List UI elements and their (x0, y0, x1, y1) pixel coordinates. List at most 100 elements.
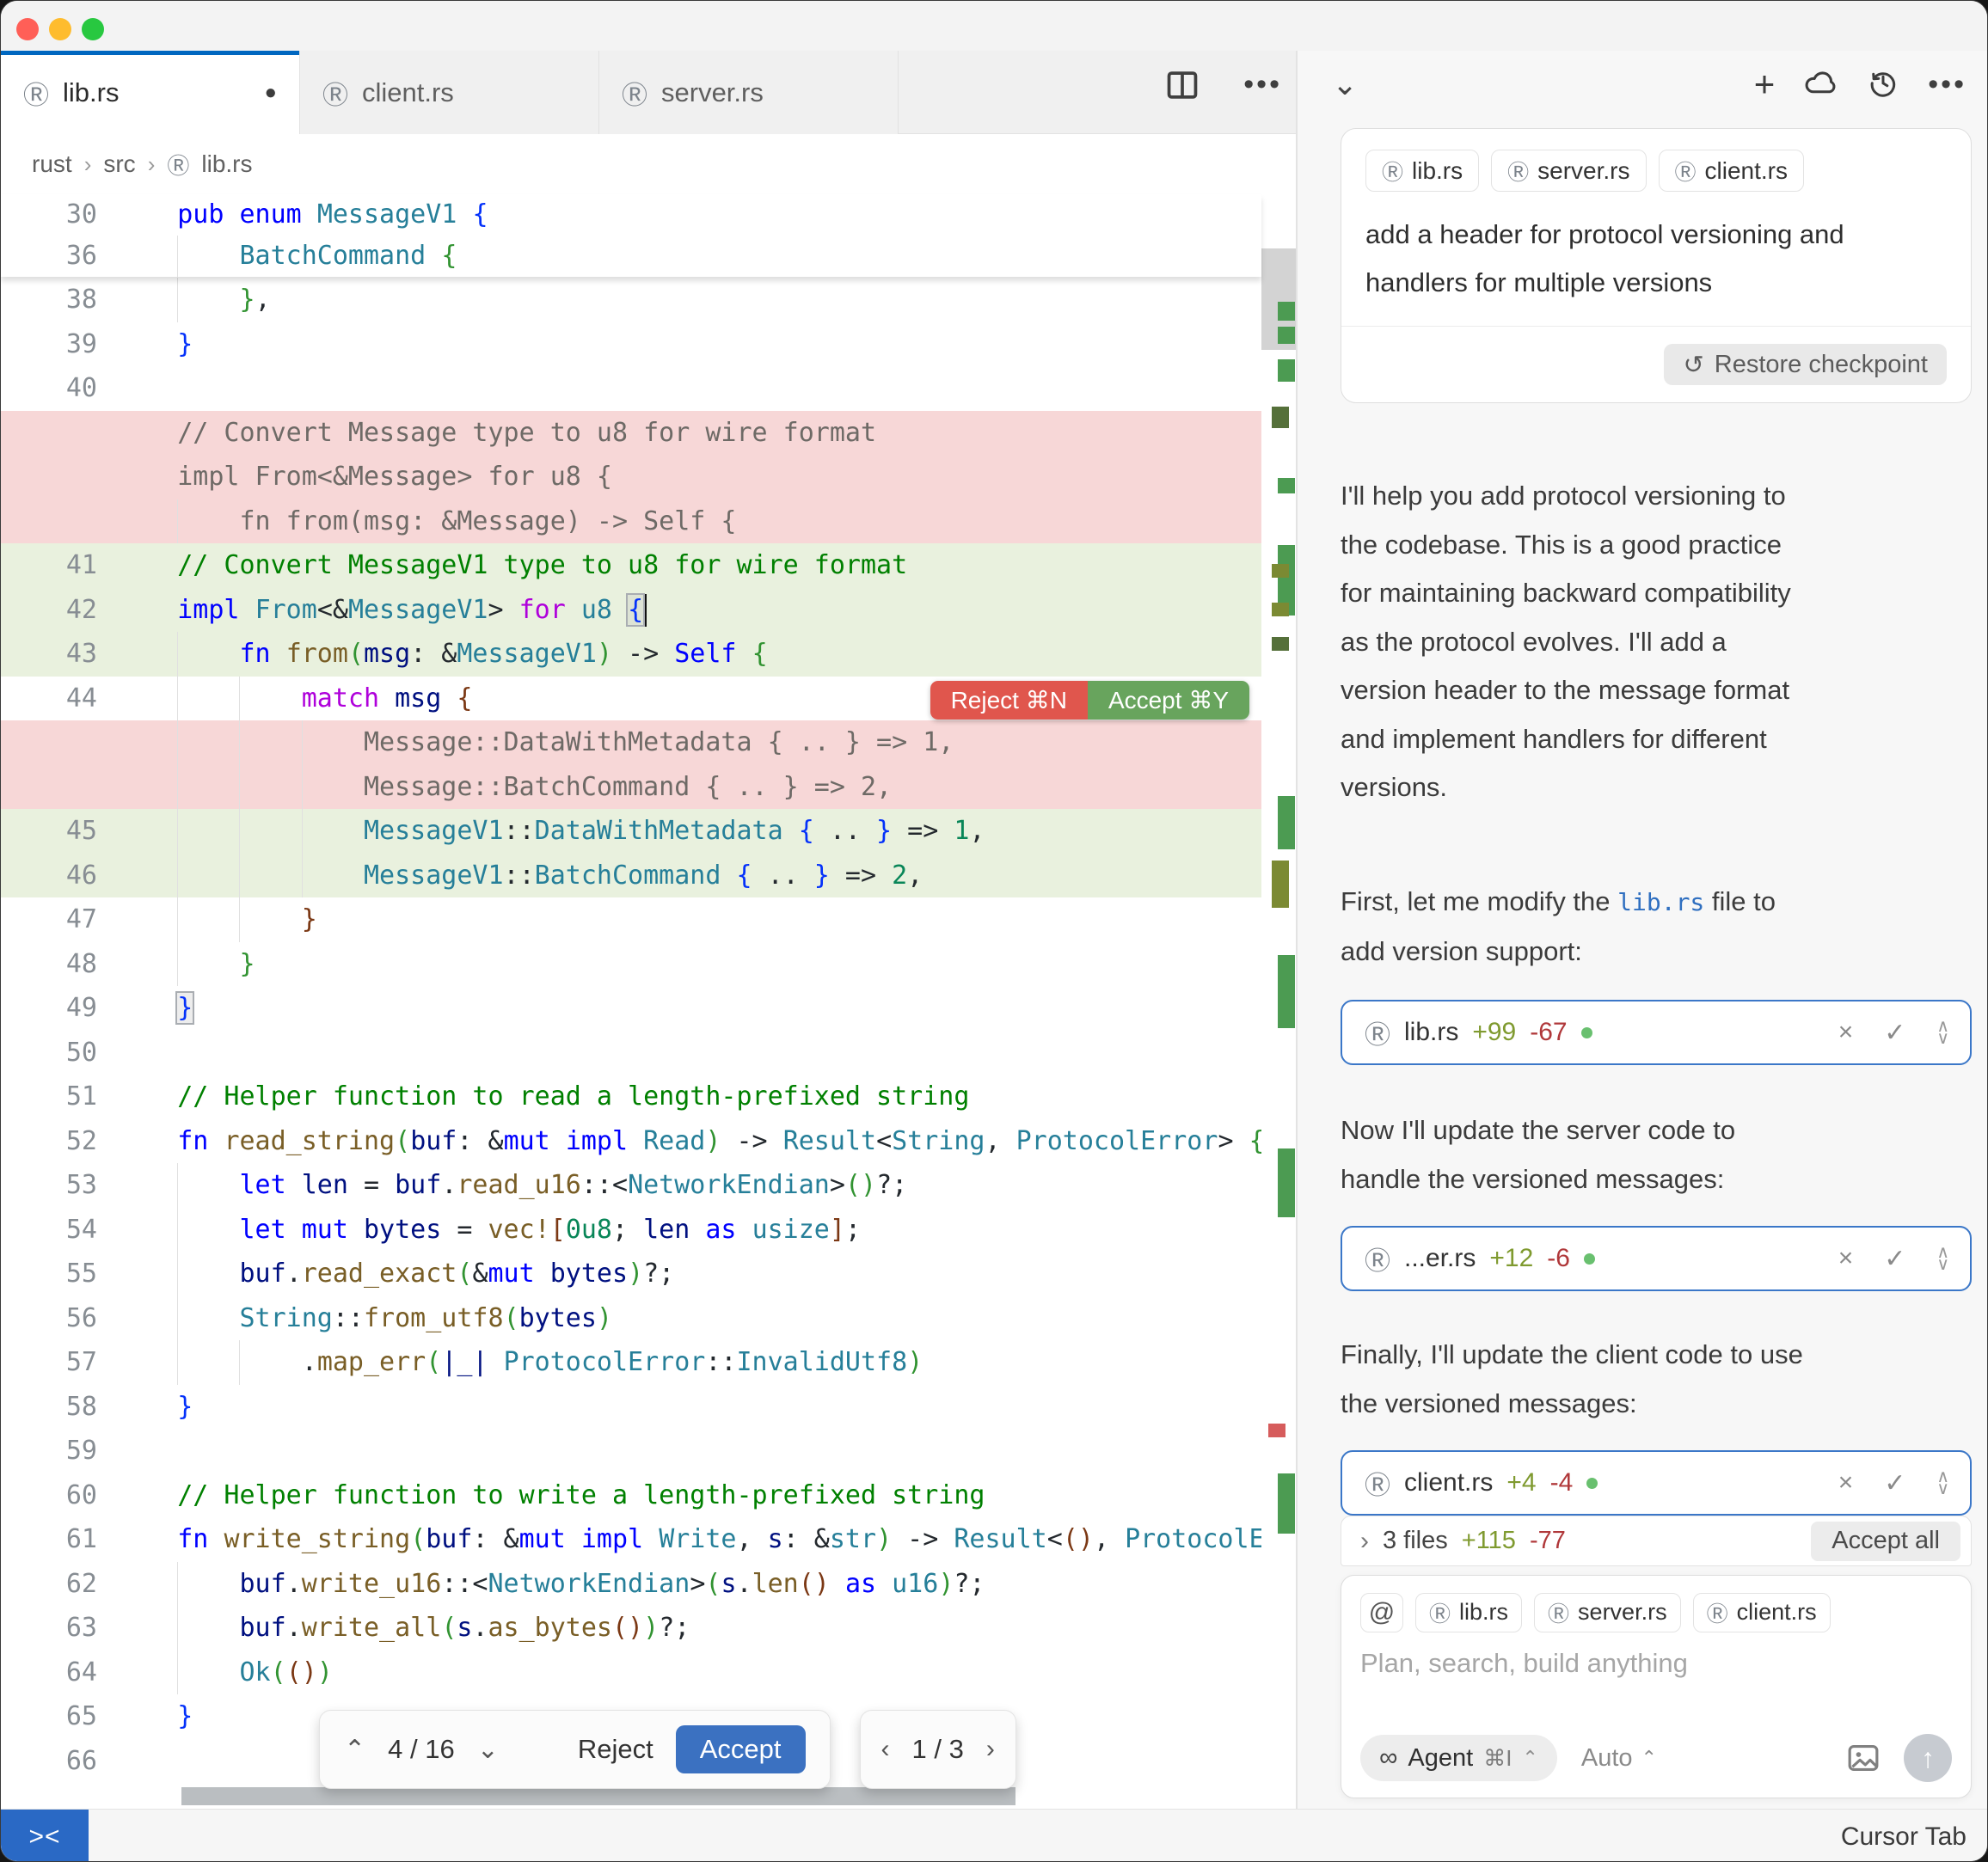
expand-file-icon[interactable]: ∧∨ (1936, 1020, 1949, 1044)
code-line[interactable]: 48 } (1, 942, 1261, 987)
chat-input-card[interactable]: @ Ⓡ lib.rs Ⓡ server.rs Ⓡ client.rs (1341, 1575, 1972, 1798)
code-lines[interactable]: 38 },39 }40 // Convert Message type to u… (1, 278, 1261, 1783)
input-chip-client-rs[interactable]: Ⓡ client.rs (1693, 1593, 1831, 1632)
reject-file-icon[interactable]: × (1838, 1244, 1854, 1273)
breadcrumb-folder[interactable]: src (103, 150, 135, 178)
breadcrumb-file[interactable]: lib.rs (201, 150, 252, 178)
inline-reject-button[interactable]: Reject ⌘N (930, 681, 1088, 720)
code-line[interactable]: 30 pub enum MessageV1 { (1, 194, 1261, 236)
unsaved-dot-icon[interactable]: ● (265, 81, 278, 105)
overview-ruler[interactable] (1261, 134, 1296, 1809)
code-line[interactable]: 50 (1, 1031, 1261, 1075)
code-line[interactable]: 53 let len = buf.read_u16::<NetworkEndia… (1, 1163, 1261, 1208)
context-chip-client-rs[interactable]: Ⓡ client.rs (1659, 150, 1804, 192)
collapse-chat-icon[interactable]: ⌄ (1332, 66, 1358, 102)
code-line[interactable]: 38 }, (1, 278, 1261, 322)
added-code-line[interactable]: 45 MessageV1::DataWithMetadata { .. } =>… (1, 809, 1261, 854)
code-line[interactable]: 64 Ok(()) (1, 1651, 1261, 1695)
new-chat-icon[interactable]: + (1754, 64, 1776, 105)
code-line[interactable]: 51 // Helper function to read a length-p… (1, 1075, 1261, 1119)
sticky-scroll[interactable]: 30 pub enum MessageV1 {36 BatchCommand { (1, 194, 1261, 277)
cloud-icon[interactable] (1804, 69, 1838, 101)
code-line[interactable]: 55 buf.read_exact(&mut bytes)?; (1, 1252, 1261, 1296)
chat-more-actions-icon[interactable]: ••• (1928, 68, 1967, 101)
deleted-code-line[interactable]: // Convert Message type to u8 for wire f… (1, 411, 1261, 456)
code-line[interactable]: 47 } (1, 897, 1261, 942)
rust-file-icon: Ⓡ (322, 74, 348, 112)
code-line[interactable]: 62 buf.write_u16::<NetworkEndian>(s.len(… (1, 1562, 1261, 1607)
file-nav-card: ‹ 1 / 3 › (860, 1710, 1016, 1789)
expand-files-icon[interactable]: › (1360, 1527, 1369, 1556)
code-line[interactable]: 49 } (1, 986, 1261, 1031)
code-line[interactable]: 36 BatchCommand { (1, 236, 1261, 277)
accept-all-button[interactable]: Accept all (1811, 1522, 1960, 1561)
tab-client-rs[interactable]: Ⓡ client.rs (300, 51, 599, 134)
prev-diff-icon[interactable]: ⌃ (344, 1735, 365, 1765)
line-number: 66 (1, 1739, 97, 1784)
add-context-button[interactable]: @ (1360, 1593, 1403, 1632)
input-chip-server-rs[interactable]: Ⓡ server.rs (1534, 1593, 1681, 1632)
expand-file-icon[interactable]: ∧∨ (1936, 1471, 1949, 1495)
prev-file-icon[interactable]: ‹ (881, 1735, 890, 1764)
file-name: client.rs (1404, 1468, 1493, 1498)
breadcrumb-folder[interactable]: rust (32, 150, 72, 178)
accept-file-icon[interactable]: ✓ (1884, 1468, 1905, 1498)
code-line[interactable]: 54 let mut bytes = vec![0u8; len as usiz… (1, 1208, 1261, 1253)
inline-accept-button[interactable]: Accept ⌘Y (1088, 681, 1249, 720)
file-change-card-lib-rs[interactable]: Ⓡ lib.rs +99 -67 × ✓ ∧∨ (1341, 1000, 1972, 1065)
horizontal-scrollbar[interactable] (181, 1787, 1015, 1805)
code-line[interactable]: 56 String::from_utf8(bytes) (1, 1296, 1261, 1341)
chat-input[interactable] (1360, 1648, 1952, 1679)
code-editor[interactable]: rust › src › Ⓡ lib.rs 30 pub enum Messag… (1, 134, 1296, 1809)
context-chip-lib-rs[interactable]: Ⓡ lib.rs (1365, 150, 1479, 192)
code-line[interactable]: 58 } (1, 1385, 1261, 1430)
accept-button[interactable]: Accept (676, 1725, 806, 1773)
tab-lib-rs[interactable]: Ⓡ lib.rs ● (1, 51, 300, 134)
deleted-code-line[interactable]: Message::DataWithMetadata { .. } => 1, (1, 720, 1261, 765)
split-editor-icon[interactable] (1166, 70, 1199, 100)
code-line[interactable]: 61 fn write_string(buf: &mut impl Write,… (1, 1517, 1261, 1562)
code-line[interactable]: 52 fn read_string(buf: &mut impl Read) -… (1, 1119, 1261, 1164)
code-line[interactable]: 57 .map_err(|_| ProtocolError::InvalidUt… (1, 1340, 1261, 1385)
send-button[interactable]: ↑ (1904, 1734, 1952, 1782)
code-line[interactable]: 40 (1, 366, 1261, 411)
next-file-icon[interactable]: › (986, 1735, 995, 1764)
code-line[interactable]: 39 } (1, 322, 1261, 367)
file-change-card-server-rs[interactable]: Ⓡ ...er.rs +12 -6 × ✓ ∧∨ (1341, 1226, 1972, 1291)
context-chip-server-rs[interactable]: Ⓡ server.rs (1491, 150, 1646, 192)
reject-button[interactable]: Reject (578, 1734, 653, 1765)
file-change-card-client-rs[interactable]: Ⓡ client.rs +4 -4 × ✓ ∧∨ (1341, 1450, 1972, 1516)
added-code-line[interactable]: 46 MessageV1::BatchCommand { .. } => 2, (1, 854, 1261, 898)
line-number: 46 (1, 854, 97, 898)
total-removed: -77 (1530, 1527, 1566, 1555)
added-code-line[interactable]: 41 // Convert MessageV1 type to u8 for w… (1, 543, 1261, 588)
model-selector[interactable]: Auto ⌃ (1581, 1744, 1657, 1773)
input-chip-lib-rs[interactable]: Ⓡ lib.rs (1415, 1593, 1522, 1632)
deleted-code-line[interactable]: impl From<&Message> for u8 { (1, 455, 1261, 499)
added-code-line[interactable]: 42 impl From<&MessageV1> for u8 { (1, 588, 1261, 633)
accept-file-icon[interactable]: ✓ (1884, 1018, 1905, 1048)
code-line[interactable]: 60 // Helper function to write a length-… (1, 1473, 1261, 1518)
editor-more-actions-icon[interactable]: ••• (1243, 68, 1282, 101)
tab-server-rs[interactable]: Ⓡ server.rs (599, 51, 899, 134)
cursor-tab-status[interactable]: Cursor Tab (1841, 1810, 1967, 1862)
breadcrumb[interactable]: rust › src › Ⓡ lib.rs (1, 134, 1296, 194)
minimize-window-button[interactable] (49, 18, 71, 40)
agent-mode-selector[interactable]: ∞ Agent ⌘I ⌃ (1360, 1735, 1557, 1781)
reject-file-icon[interactable]: × (1838, 1018, 1854, 1047)
expand-file-icon[interactable]: ∧∨ (1936, 1246, 1949, 1271)
attach-image-icon[interactable] (1847, 1743, 1880, 1773)
history-icon[interactable] (1868, 67, 1899, 102)
maximize-window-button[interactable] (82, 18, 104, 40)
deleted-code-line[interactable]: Message::BatchCommand { .. } => 2, (1, 765, 1261, 810)
code-line[interactable]: 63 buf.write_all(s.as_bytes())?; (1, 1606, 1261, 1651)
next-diff-icon[interactable]: ⌄ (477, 1735, 499, 1765)
code-line[interactable]: 59 (1, 1429, 1261, 1473)
accept-file-icon[interactable]: ✓ (1884, 1244, 1905, 1274)
panel-toggle-button[interactable]: >< (1, 1810, 89, 1862)
deleted-code-line[interactable]: fn from(msg: &Message) -> Self { (1, 499, 1261, 544)
reject-file-icon[interactable]: × (1838, 1468, 1854, 1498)
restore-checkpoint-button[interactable]: ↺ Restore checkpoint (1664, 344, 1947, 385)
close-window-button[interactable] (16, 18, 39, 40)
added-code-line[interactable]: 43 fn from(msg: &MessageV1) -> Self { (1, 632, 1261, 677)
